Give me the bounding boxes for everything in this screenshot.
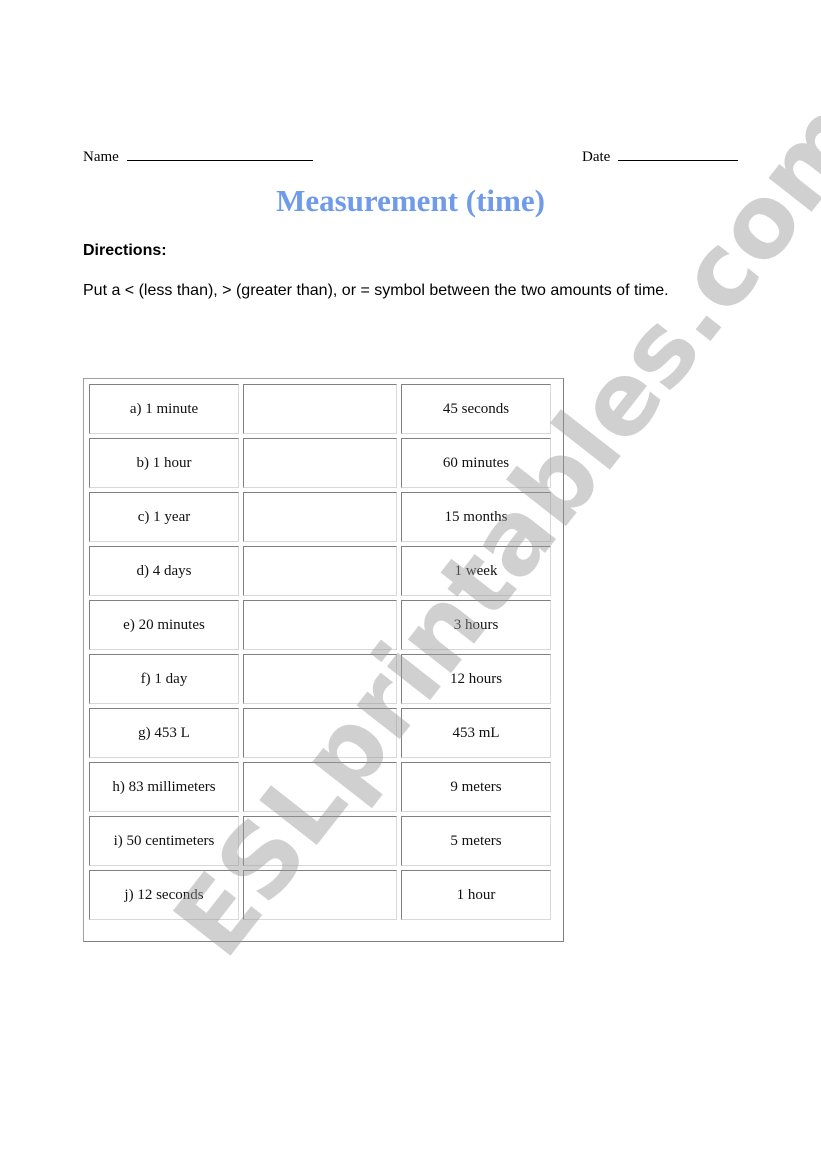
- table-row: g) 453 L 453 mL: [89, 708, 551, 758]
- answer-cell[interactable]: [243, 492, 397, 542]
- right-amount-cell: 9 meters: [401, 762, 551, 812]
- right-amount-cell: 1 hour: [401, 870, 551, 920]
- right-amount-cell: 45 seconds: [401, 384, 551, 434]
- table-row: a) 1 minute 45 seconds: [89, 384, 551, 434]
- answer-cell[interactable]: [243, 546, 397, 596]
- date-blank-line[interactable]: [618, 146, 739, 161]
- directions-heading: Directions:: [83, 242, 167, 259]
- left-amount-cell: h) 83 millimeters: [89, 762, 239, 812]
- comparison-table: a) 1 minute 45 seconds b) 1 hour 60 minutes…: [83, 378, 564, 942]
- answer-cell[interactable]: [243, 762, 397, 812]
- name-field: Name: [83, 146, 313, 166]
- date-field: Date: [582, 146, 739, 166]
- left-amount-cell: c) 1 year: [89, 492, 239, 542]
- right-amount-cell: 12 hours: [401, 654, 551, 704]
- table-row: j) 12 seconds 1 hour: [89, 870, 551, 920]
- left-amount-cell: j) 12 seconds: [89, 870, 239, 920]
- name-label: Name: [83, 149, 119, 165]
- table-row: d) 4 days 1 week: [89, 546, 551, 596]
- right-amount-cell: 453 mL: [401, 708, 551, 758]
- name-blank-line[interactable]: [126, 146, 313, 161]
- answer-cell[interactable]: [243, 816, 397, 866]
- left-amount-cell: i) 50 centimeters: [89, 816, 239, 866]
- answer-cell[interactable]: [243, 870, 397, 920]
- right-amount-cell: 15 months: [401, 492, 551, 542]
- right-amount-cell: 1 week: [401, 546, 551, 596]
- page-title: Measurement (time): [276, 183, 545, 218]
- answer-cell[interactable]: [243, 438, 397, 488]
- left-amount-cell: g) 453 L: [89, 708, 239, 758]
- table-row: i) 50 centimeters 5 meters: [89, 816, 551, 866]
- table-row: h) 83 millimeters 9 meters: [89, 762, 551, 812]
- right-amount-cell: 5 meters: [401, 816, 551, 866]
- table-row: c) 1 year 15 months: [89, 492, 551, 542]
- left-amount-cell: e) 20 minutes: [89, 600, 239, 650]
- table-row: b) 1 hour 60 minutes: [89, 438, 551, 488]
- date-label: Date: [582, 149, 611, 165]
- right-amount-cell: 60 minutes: [401, 438, 551, 488]
- left-amount-cell: a) 1 minute: [89, 384, 239, 434]
- left-amount-cell: d) 4 days: [89, 546, 239, 596]
- directions-text: Put a < (less than), > (greater than), o…: [83, 282, 669, 299]
- table-row: e) 20 minutes 3 hours: [89, 600, 551, 650]
- left-amount-cell: b) 1 hour: [89, 438, 239, 488]
- answer-cell[interactable]: [243, 600, 397, 650]
- answer-cell[interactable]: [243, 708, 397, 758]
- answer-cell[interactable]: [243, 654, 397, 704]
- right-amount-cell: 3 hours: [401, 600, 551, 650]
- left-amount-cell: f) 1 day: [89, 654, 239, 704]
- answer-cell[interactable]: [243, 384, 397, 434]
- table-row: f) 1 day 12 hours: [89, 654, 551, 704]
